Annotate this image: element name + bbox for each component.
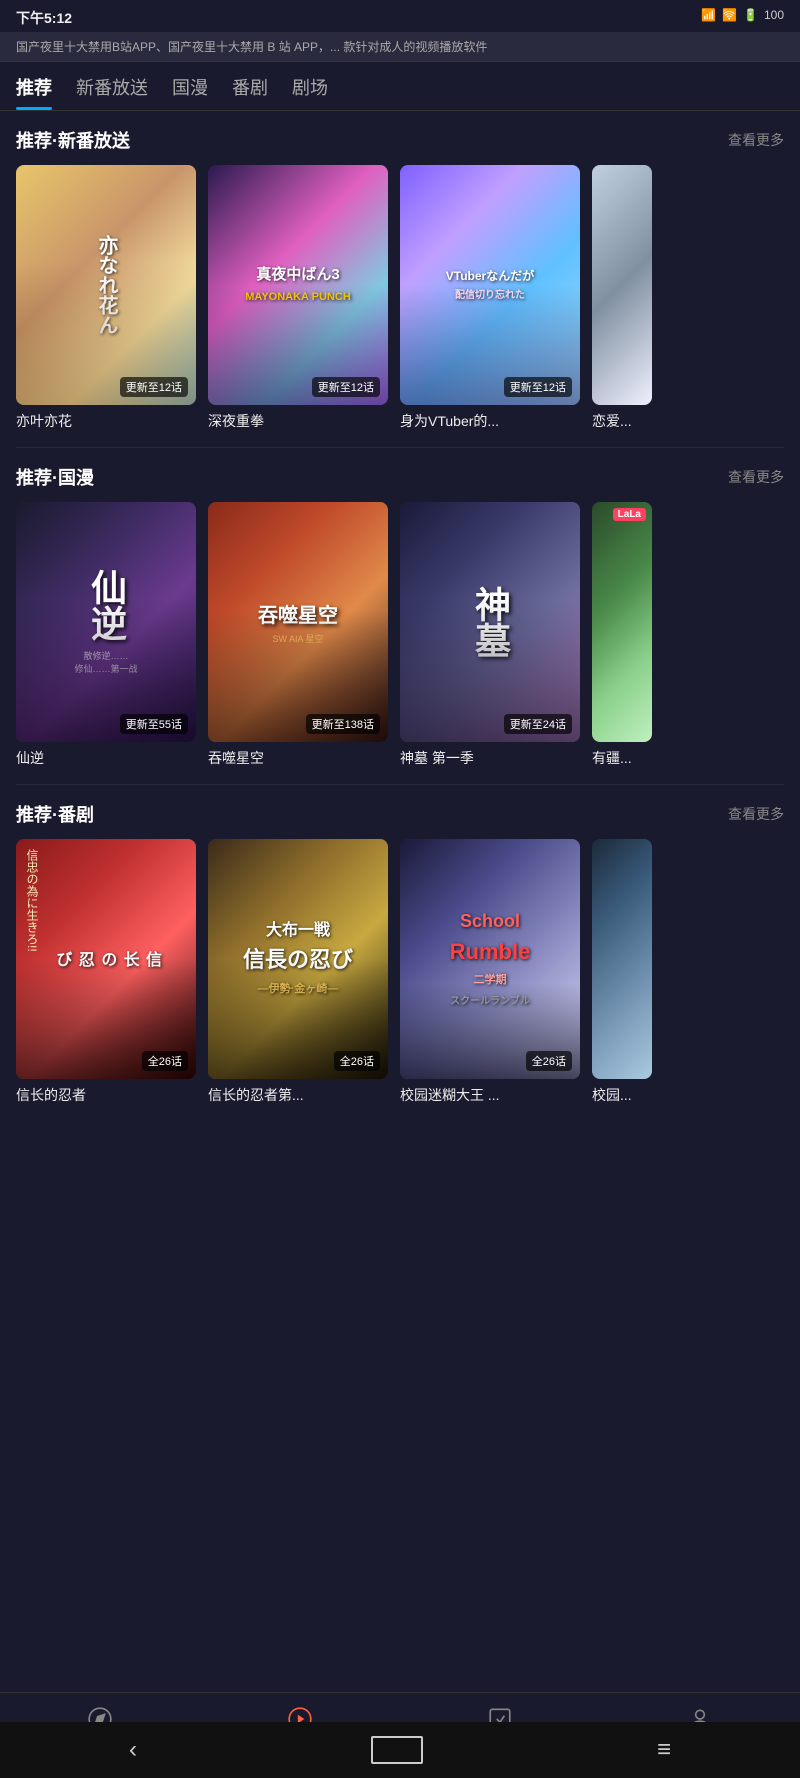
- section-fanju-more[interactable]: 查看更多: [728, 804, 784, 824]
- guoman-cards-row: 仙逆 散修逆……修仙……第一战 更新至55话 仙逆 吞噬星空 SW AIA 星: [0, 502, 800, 768]
- section-guoman-more[interactable]: 查看更多: [728, 467, 784, 487]
- card-school-rumble[interactable]: SchoolRumble二学期スクールランブル 全26话 校园迷糊大王 ...: [400, 839, 580, 1105]
- tab-fanju[interactable]: 番剧: [232, 74, 268, 110]
- section-fanju-header: 推荐·番剧 查看更多: [0, 801, 800, 839]
- card-title-2: 深夜重拳: [208, 411, 388, 431]
- card-vtuber[interactable]: VTuberなんだが配信切り忘れた 更新至12话 身为VTuber的...: [400, 165, 580, 431]
- card-shenmu[interactable]: 神墓 更新至24话 神墓 第一季: [400, 502, 580, 768]
- signal-icon: 📶: [701, 8, 716, 22]
- back-button[interactable]: ‹: [105, 1724, 161, 1776]
- card-nobunaga-1[interactable]: 信长の忍び 信忠の為に生きろ!! 全26话 信长的忍者: [16, 839, 196, 1105]
- menu-button[interactable]: ≡: [633, 1724, 695, 1776]
- card-title-4: 恋爱...: [592, 411, 652, 431]
- home-button[interactable]: [371, 1736, 423, 1764]
- card-title-f4: 校园...: [592, 1085, 652, 1105]
- card-title-1: 亦叶亦花: [16, 411, 196, 431]
- battery-icon: 🔋: [743, 8, 758, 22]
- card-tunshi[interactable]: 吞噬星空 SW AIA 星空 更新至138话 吞噬星空: [208, 502, 388, 768]
- card-badge-g3: 更新至24话: [504, 714, 572, 734]
- card-badge-f1: 全26话: [142, 1051, 188, 1071]
- tab-recommend[interactable]: 推荐: [16, 74, 52, 110]
- card-title-g2: 吞噬星空: [208, 748, 388, 768]
- card-title-g4: 有疆...: [592, 748, 652, 768]
- status-bar: 下午5:12 📶 🛜 🔋 100: [0, 0, 800, 32]
- card-fanju4-partial[interactable]: 校园...: [592, 839, 652, 1105]
- new-anime-cards-row: 亦なれ花ん 更新至12话 亦叶亦花 真夜中ばん3MAYONAKA PUNCH: [0, 165, 800, 431]
- section-guoman-title: 推荐·国漫: [16, 464, 94, 490]
- section-fanju-title: 推荐·番剧: [16, 801, 94, 827]
- fanju-cards-row: 信长の忍び 信忠の為に生きろ!! 全26话 信长的忍者 大布一戦信長の忍び—伊勢…: [0, 839, 800, 1105]
- section-new-anime-title: 推荐·新番放送: [16, 127, 130, 153]
- status-left: 下午5:12: [16, 8, 72, 28]
- card-badge-3: 更新至12话: [504, 377, 572, 397]
- card-yihuayihua[interactable]: 亦なれ花ん 更新至12话 亦叶亦花: [16, 165, 196, 431]
- card-title-f2: 信长的忍者第...: [208, 1085, 388, 1105]
- lala-badge: LaLa: [613, 508, 646, 521]
- section-new-anime: 推荐·新番放送 查看更多 亦なれ花ん 更新至12话 亦叶亦花: [0, 111, 800, 447]
- card-midnight-punch[interactable]: 真夜中ばん3MAYONAKA PUNCH 更新至12话 深夜重拳: [208, 165, 388, 431]
- status-time: 下午5:12: [16, 8, 72, 28]
- nav-tabs: 推荐 新番放送 国漫 番剧 剧场: [0, 62, 800, 111]
- section-guoman-header: 推荐·国漫 查看更多: [0, 464, 800, 502]
- card-badge-f3: 全26话: [526, 1051, 572, 1071]
- card-title-g1: 仙逆: [16, 748, 196, 768]
- section-new-anime-header: 推荐·新番放送 查看更多: [0, 127, 800, 165]
- card-anime4-partial[interactable]: 恋爱...: [592, 165, 652, 431]
- card-nobunaga-2[interactable]: 大布一戦信長の忍び—伊勢·金ヶ崎— 全26话 信长的忍者第...: [208, 839, 388, 1105]
- section-fanju: 推荐·番剧 查看更多 信长の忍び 信忠の為に生きろ!! 全26话 信长的忍者: [0, 785, 800, 1121]
- card-guoman4-partial[interactable]: LaLa 有疆...: [592, 502, 652, 768]
- card-badge-g2: 更新至138话: [306, 714, 380, 734]
- card-title-f1: 信长的忍者: [16, 1085, 196, 1105]
- card-badge-g1: 更新至55话: [120, 714, 188, 734]
- card-xianyi[interactable]: 仙逆 散修逆……修仙……第一战 更新至55话 仙逆: [16, 502, 196, 768]
- ad-banner: 国产夜里十大禁用B站APP、国产夜里十大禁用 B 站 APP，... 款针对成人…: [0, 32, 800, 62]
- tab-new-anime[interactable]: 新番放送: [76, 74, 148, 110]
- tab-theater[interactable]: 剧场: [292, 74, 328, 110]
- section-guoman: 推荐·国漫 查看更多 仙逆 散修逆……修仙……第一战 更新至55话 仙逆: [0, 448, 800, 784]
- status-right: 📶 🛜 🔋 100: [701, 8, 784, 22]
- battery-level: 100: [764, 8, 784, 22]
- card-title-3: 身为VTuber的...: [400, 411, 580, 431]
- card-badge-2: 更新至12话: [312, 377, 380, 397]
- card-badge-1: 更新至12话: [120, 377, 188, 397]
- tab-guoman[interactable]: 国漫: [172, 74, 208, 110]
- section-new-anime-more[interactable]: 查看更多: [728, 130, 784, 150]
- wifi-icon: 🛜: [722, 8, 737, 22]
- system-nav-bar: ‹ ≡: [0, 1722, 800, 1778]
- card-title-f3: 校园迷糊大王 ...: [400, 1085, 580, 1105]
- card-title-g3: 神墓 第一季: [400, 748, 580, 768]
- card-badge-f2: 全26话: [334, 1051, 380, 1071]
